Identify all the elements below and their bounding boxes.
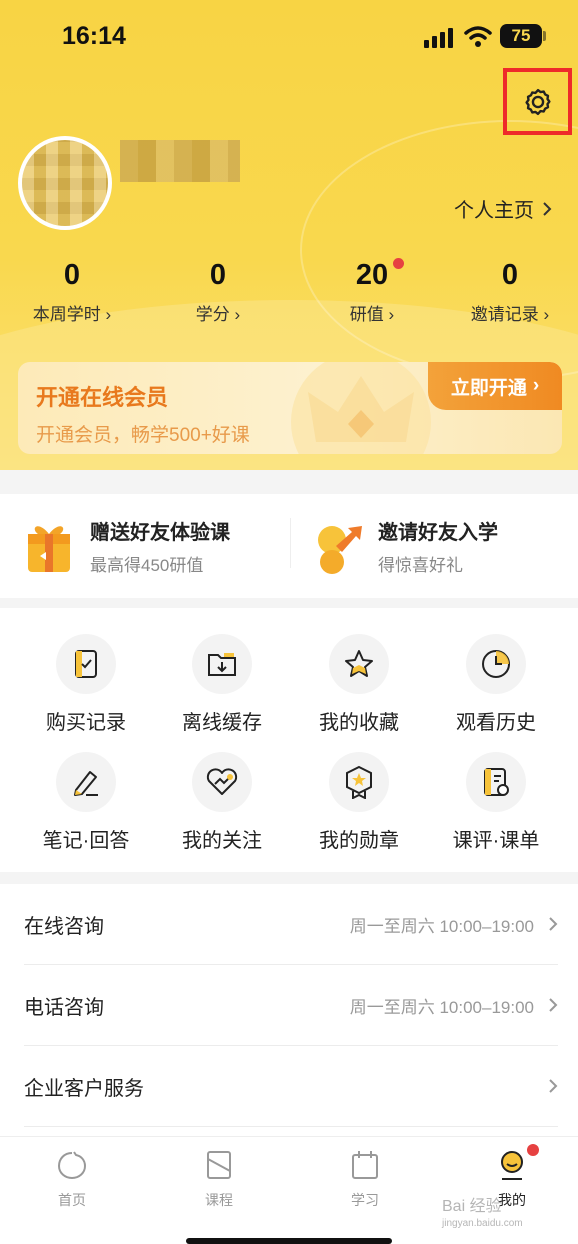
tab-label: 课程 [205,1192,233,1208]
grid-item-following[interactable]: 我的关注 [152,752,292,853]
tab-notification-dot [527,1144,539,1156]
service-list: 在线咨询 周一至周六 10:00–19:00 电话咨询 周一至周六 10:00–… [0,884,578,1136]
promo-title: 邀请好友入学 [378,522,498,544]
stat-value: 0 [63,259,81,291]
invite-friends-enroll[interactable]: 邀请好友入学 得惊喜好礼 [312,510,498,582]
stat-weekly-hours[interactable]: 0 本周学时 › [2,256,142,325]
gift-box-icon [28,526,70,572]
watermark-url: jingyan.baidu.com [442,1218,523,1229]
grid-item-notes-answers[interactable]: 笔记·回答 [16,752,156,853]
grid-item-label: 我的关注 [182,830,262,852]
promo-title: 赠送好友体验课 [90,522,230,544]
star-icon [345,650,373,677]
review-icon [484,768,509,796]
activate-now-button[interactable]: 立即开通 › [428,362,562,410]
grid-item-favorites[interactable]: 我的收藏 [289,634,429,735]
stat-label: 本周学时 [32,305,101,324]
invite-promo-section: 赠送好友体验课 最高得450研值 邀请好友入学 得惊喜好礼 [0,494,578,598]
battery-tip [543,31,546,41]
vip-membership-card[interactable]: 开通在线会员 开通会员，畅学500+好课 立即开通 › [18,362,562,454]
stat-value: 20 [355,259,389,291]
grid-item-purchase-record[interactable]: 购买记录 [16,634,156,735]
home-icon [57,1151,87,1180]
list-item-online-consult[interactable]: 在线咨询 周一至周六 10:00–19:00 [24,884,558,965]
heart-icon [206,768,238,795]
grid-item-label: 观看历史 [456,712,536,734]
promo-subtitle: 得惊喜好礼 [378,556,463,575]
grid-item-watch-history[interactable]: 观看历史 [426,634,566,735]
watermark-text: Bai 经验 [442,1198,502,1215]
personal-homepage-link[interactable]: 个人主页 [454,194,552,223]
medal-icon [346,765,372,799]
list-item-title: 电话咨询 [24,996,104,1019]
settings-button[interactable] [503,68,572,135]
pen-icon [74,771,98,796]
invite-arrow-icon [318,526,362,574]
tab-label: 首页 [58,1192,86,1208]
baidu-jingyan-watermark: Bai 经验 jingyan.baidu.com [442,1192,572,1240]
crown-icon [291,362,431,454]
activate-now-label: 立即开通 [450,377,527,399]
chevron-right-icon [549,917,558,931]
gear-icon [524,88,551,115]
profile-icon [501,1151,523,1180]
grid-item-reviews-lists[interactable]: 课评·课单 [426,752,566,853]
gift-trial-course[interactable]: 赠送好友体验课 最高得450研值 [24,510,230,582]
battery-indicator: 75 [500,24,542,48]
stat-value: 0 [209,259,227,291]
avatar[interactable] [18,136,112,230]
username-blurred [120,140,240,182]
grid-item-label: 离线缓存 [182,712,262,734]
list-item-title: 在线咨询 [24,915,104,938]
list-item-hours: 周一至周六 10:00–19:00 [349,916,534,936]
clock-icon [482,650,510,678]
purchase-record-icon [75,650,97,678]
grid-item-label: 我的收藏 [319,712,399,734]
cellular-signal-icon [424,28,454,48]
stat-value: 0 [501,259,519,291]
vip-subtitle: 开通会员，畅学500+好课 [36,425,250,446]
stat-label: 学分 [195,305,230,324]
wifi-icon [464,26,492,47]
stat-label: 邀请记录 [470,305,539,324]
list-item-title: 企业客户服务 [24,1077,144,1100]
notification-dot [393,258,405,269]
chevron-right-icon [543,201,552,216]
status-time: 16:14 [62,22,126,50]
grid-item-label: 笔记·回答 [42,830,130,852]
grid-item-offline-cache[interactable]: 离线缓存 [152,634,292,735]
calendar-icon [352,1151,378,1179]
promo-subtitle: 最高得450研值 [90,556,204,575]
tab-study[interactable]: 学习 [315,1149,415,1210]
tab-courses[interactable]: 课程 [169,1149,269,1210]
stat-research-value[interactable]: 20 研值 › [302,256,442,325]
list-item-enterprise-service[interactable]: 企业客户服务 [24,1046,558,1127]
course-icon [207,1151,231,1179]
feature-grid: 购买记录 离线缓存 我的收藏 观看历史 笔记·回答 我的关注 我的勋章 课评·课… [0,608,578,872]
personal-homepage-label: 个人主页 [454,200,534,222]
list-item-phone-consult[interactable]: 电话咨询 周一至周六 10:00–19:00 [24,965,558,1046]
tab-label: 学习 [351,1192,379,1208]
offline-cache-icon [208,653,236,676]
stats-row: 0 本周学时 › 0 学分 › 20 研值 › 0 邀请记录 › [0,256,578,326]
divider [290,518,291,568]
chevron-right-icon: › [532,375,540,396]
chevron-right-icon [549,998,558,1012]
stat-label: 研值 [349,305,384,324]
status-bar: 16:14 75 [0,0,578,74]
grid-item-label: 课评·课单 [452,830,540,852]
tab-home[interactable]: 首页 [22,1149,122,1210]
list-item-hours: 周一至周六 10:00–19:00 [349,997,534,1017]
grid-item-label: 我的勋章 [319,830,399,852]
home-indicator [186,1238,392,1244]
vip-title: 开通在线会员 [36,385,169,410]
chevron-right-icon [549,1079,558,1093]
stat-credits[interactable]: 0 学分 › [148,256,288,325]
stat-invite-records[interactable]: 0 邀请记录 › [440,256,578,325]
grid-item-label: 购买记录 [46,712,126,734]
grid-item-medals[interactable]: 我的勋章 [289,752,429,853]
